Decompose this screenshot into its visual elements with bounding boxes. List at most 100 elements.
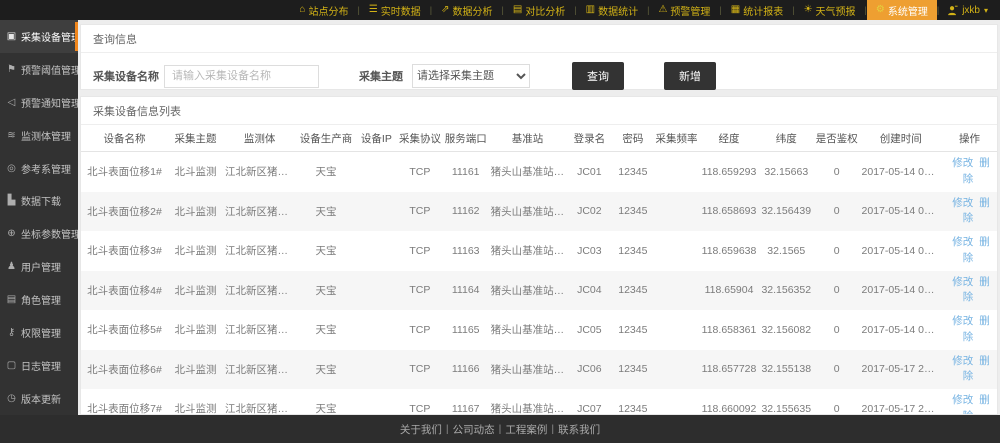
sidebar-item-label: 版本更新 <box>21 391 61 406</box>
sidebar-item-1[interactable]: ⚑预警阈值管理 <box>0 53 78 86</box>
table-cell: JC04 <box>566 271 612 311</box>
edit-link[interactable]: 修改 <box>952 276 973 288</box>
top-nav: ⌂站点分布|☰实时数据|⇗数据分析|▤对比分析|▥数据统计|⚠预警管理|▦统计报… <box>0 0 1000 20</box>
table-cell: JC03 <box>566 231 612 271</box>
sidebar-item-label: 预警阈值管理 <box>21 62 81 77</box>
nav-item-label: 系统管理 <box>888 3 928 18</box>
nav-item-7[interactable]: ☀天气预报 <box>795 0 865 20</box>
edit-link[interactable]: 修改 <box>952 315 973 327</box>
sidebar-item-label: 用户管理 <box>21 259 61 274</box>
sidebar-item-11[interactable]: ◷ 版本更新 <box>0 382 78 415</box>
column-header: 经度 <box>699 125 759 152</box>
column-header: 是否鉴权 <box>814 125 860 152</box>
table-cell: 北斗表面位移6# <box>81 350 168 390</box>
table-cell: 118.658693 <box>699 192 759 232</box>
report-icon: ▦ <box>731 5 740 15</box>
sidebar-item-label: 预警通知管理 <box>21 95 81 110</box>
nav-items: ⌂站点分布|☰实时数据|⇗数据分析|▤对比分析|▥数据统计|⚠预警管理|▦统计报… <box>290 0 936 20</box>
sidebar-item-9[interactable]: ⚷权限管理 <box>0 316 78 349</box>
table-cell: TCP <box>397 389 443 415</box>
table-cell: TCP <box>397 310 443 350</box>
edit-link[interactable]: 修改 <box>952 355 973 367</box>
table-cell: 北斗表面位移2# <box>81 192 168 232</box>
nav-item-2[interactable]: ⇗数据分析 <box>432 0 501 20</box>
sidebar-item-label: 监测体管理 <box>21 128 71 143</box>
edit-link[interactable]: 修改 <box>952 157 973 169</box>
column-header: 操作 <box>942 125 997 152</box>
table-cell: 北斗监测 <box>168 152 223 192</box>
table-cell: 猪头山基准站02 <box>489 350 567 390</box>
table-cell: 北斗监测 <box>168 389 223 415</box>
table-cell: 118.660092 <box>699 389 759 415</box>
device-table: 设备名称采集主题监测体设备生产商设备IP采集协议服务端口基准站登录名密码采集频率… <box>81 125 997 415</box>
sidebar-item-7[interactable]: ♟用户管理 <box>0 250 78 283</box>
trend-chart-icon: ⇗ <box>441 5 449 15</box>
sidebar-item-3[interactable]: ≋监测体管理 <box>0 119 78 152</box>
column-header: 采集协议 <box>397 125 443 152</box>
footer-link-0[interactable]: 关于我们 <box>400 422 442 437</box>
sidebar-item-label: 数据下载 <box>21 193 61 208</box>
table-cell: 12345 <box>612 152 653 192</box>
table-cell: 11164 <box>443 271 489 311</box>
nav-item-label: 天气预报 <box>816 3 856 18</box>
table-cell: 12345 <box>612 231 653 271</box>
sidebar-item-10[interactable]: ▢日志管理 <box>0 349 78 382</box>
notification-speaker-icon: ◁ <box>6 97 17 108</box>
footer-link-3[interactable]: 联系我们 <box>558 422 600 437</box>
table-cell: 118.658361 <box>699 310 759 350</box>
sidebar-item-8[interactable]: ▤角色管理 <box>0 283 78 316</box>
nav-item-8[interactable]: ⚙系统管理 <box>867 0 937 20</box>
add-button[interactable]: 新增 <box>664 62 716 90</box>
table-cell: 0 <box>814 152 860 192</box>
version-clock-icon: ◷ <box>6 393 17 404</box>
sidebar-item-label: 角色管理 <box>21 292 61 307</box>
table-cell: 天宝 <box>296 271 356 311</box>
table-cell: JC07 <box>566 389 612 415</box>
sidebar-item-0[interactable]: ▣采集设备管理 <box>0 20 78 53</box>
nav-item-label: 数据统计 <box>598 3 638 18</box>
user-menu[interactable]: jxkb ▾ <box>939 5 1000 16</box>
footer-link-2[interactable]: 工程案例 <box>505 422 547 437</box>
table-cell: 江北新区猪头山(猪... <box>223 231 296 271</box>
nav-item-label: 预警管理 <box>670 3 710 18</box>
nav-item-label: 统计报表 <box>743 3 783 18</box>
table-cell: 11162 <box>443 192 489 232</box>
sidebar-item-4[interactable]: ◎参考系管理 <box>0 152 78 185</box>
table-cell: 天宝 <box>296 152 356 192</box>
nav-item-1[interactable]: ☰实时数据 <box>360 0 430 20</box>
table-cell <box>653 152 699 192</box>
nav-item-3[interactable]: ▤对比分析 <box>504 0 574 20</box>
table-row: 北斗表面位移7#北斗监测江北新区猪头山(猪...天宝TCP11167猪头山基准站… <box>81 389 997 415</box>
edit-link[interactable]: 修改 <box>952 394 973 406</box>
actions-cell: 修改删除 <box>942 152 997 192</box>
table-cell: 32.156439 <box>759 192 814 232</box>
table-cell: 2017-05-17 21:49:30 <box>860 389 942 415</box>
table-cell: 32.15663 <box>759 152 814 192</box>
device-name-input[interactable] <box>164 65 319 88</box>
topic-select[interactable]: 请选择采集主题 <box>412 64 530 88</box>
table-cell: 0 <box>814 389 860 415</box>
nav-item-label: 对比分析 <box>525 3 565 18</box>
footer: 关于我们|公司动态|工程案例|联系我们 <box>0 415 1000 443</box>
sidebar-item-5[interactable]: ▙数据下载 <box>0 184 78 217</box>
nav-item-5[interactable]: ⚠预警管理 <box>649 0 719 20</box>
edit-link[interactable]: 修改 <box>952 236 973 248</box>
table-cell: 天宝 <box>296 192 356 232</box>
table-cell <box>653 271 699 311</box>
search-button[interactable]: 查询 <box>572 62 624 90</box>
column-header: 监测体 <box>223 125 296 152</box>
table-cell: 天宝 <box>296 350 356 390</box>
nav-item-4[interactable]: ▥数据统计 <box>577 0 647 20</box>
edit-link[interactable]: 修改 <box>952 197 973 209</box>
nav-item-0[interactable]: ⌂站点分布 <box>290 0 357 20</box>
sidebar-item-6[interactable]: ⊕坐标参数管理 <box>0 217 78 250</box>
compare-doc-icon: ▤ <box>513 5 522 15</box>
table-cell: 2017-05-14 00:45:08 <box>860 152 942 192</box>
table-cell: 12345 <box>612 389 653 415</box>
reference-target-icon: ◎ <box>6 163 17 174</box>
sidebar-item-2[interactable]: ◁ 预警通知管理 <box>0 86 78 119</box>
table-cell: 2017-05-14 00:46:10 <box>860 231 942 271</box>
footer-link-1[interactable]: 公司动态 <box>453 422 495 437</box>
table-cell: 江北新区猪头山(猪... <box>223 192 296 232</box>
nav-item-6[interactable]: ▦统计报表 <box>722 0 792 20</box>
